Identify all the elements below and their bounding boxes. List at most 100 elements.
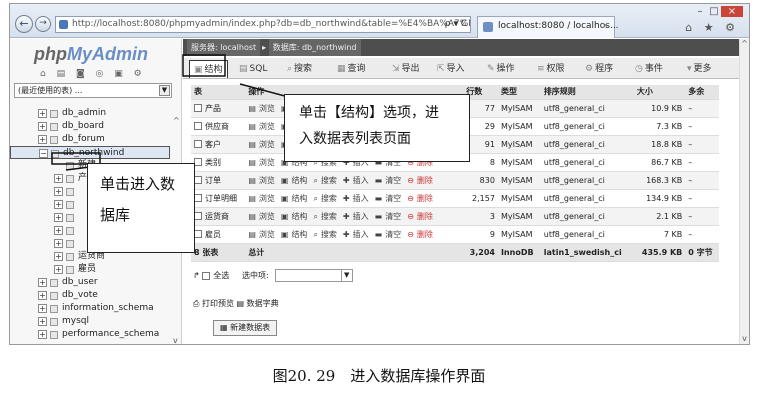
action-link[interactable]: ✚插入	[343, 230, 372, 239]
tab-10[interactable]: ▾ 更多	[683, 60, 716, 78]
tab-3[interactable]: ▦ 查询	[333, 60, 370, 78]
table-name-cell[interactable]: 供应商	[191, 117, 246, 136]
action-link[interactable]: ▣结构	[281, 176, 311, 185]
tree-item[interactable]: + db_admin	[10, 107, 170, 120]
action-link[interactable]: ▬清空	[375, 194, 405, 203]
action-link[interactable]: ▤ 浏览	[248, 140, 278, 149]
table-name[interactable]: 供应商	[205, 122, 229, 131]
maximize-button[interactable]: □	[707, 6, 721, 17]
expand-icon[interactable]: +	[38, 317, 47, 326]
expand-icon[interactable]: +	[38, 122, 47, 131]
back-arrow-icon[interactable]: ←	[15, 15, 33, 33]
expand-icon[interactable]: +	[38, 291, 47, 300]
column-header[interactable]: 类型	[497, 85, 541, 100]
expand-icon[interactable]: +	[54, 265, 63, 274]
expand-icon[interactable]: +	[54, 239, 63, 248]
print-view-link[interactable]: 打印预览	[202, 299, 234, 308]
tab-0[interactable]: ▣ 结构	[189, 60, 228, 78]
action-link[interactable]: ⌕搜索	[313, 212, 339, 221]
new-table-button[interactable]: ▦ 新建数据表	[213, 320, 278, 336]
expand-icon[interactable]: +	[54, 213, 63, 222]
action-link[interactable]: ✚插入	[343, 212, 372, 221]
action-link[interactable]: ▬清空	[375, 230, 405, 239]
tree-item[interactable]: − db_northwind	[10, 146, 170, 159]
with-selected-select[interactable]: ▼	[275, 269, 354, 282]
action-link[interactable]: ▣结构	[281, 212, 311, 221]
column-header[interactable]: 多余	[685, 85, 719, 100]
action-link[interactable]: ✚插入	[343, 194, 372, 203]
table-name-cell[interactable]: 订单	[191, 171, 246, 190]
table-name-cell[interactable]: 订单明细	[191, 189, 246, 208]
table-name-cell[interactable]: 客户	[191, 135, 246, 154]
action-link[interactable]: ⌕搜索	[313, 194, 339, 203]
tab-1[interactable]: ▤ SQL	[235, 60, 271, 78]
action-link[interactable]: ▤ 浏览	[248, 122, 278, 131]
close-window-button[interactable]: ×	[721, 6, 743, 17]
action-link[interactable]: ▤ 浏览	[248, 194, 278, 203]
row-checkbox[interactable]	[194, 104, 202, 112]
expand-icon[interactable]: +	[38, 109, 47, 118]
table-name[interactable]: 订单明细	[205, 194, 237, 203]
table-name[interactable]: 客户	[205, 140, 221, 149]
data-dictionary-link[interactable]: 数据字典	[247, 299, 279, 308]
tab-close-icon[interactable]: ×	[601, 17, 609, 36]
row-checkbox[interactable]	[194, 212, 202, 220]
table-name[interactable]: 雇员	[205, 230, 221, 239]
table-name-cell[interactable]: 类别	[191, 153, 246, 172]
tree-item[interactable]: + db_board	[10, 120, 170, 133]
address-bar-icons[interactable]: ρ ▾ C	[445, 17, 467, 32]
expand-icon[interactable]: +	[54, 187, 63, 196]
table-name[interactable]: 类别	[205, 158, 221, 167]
tab-9[interactable]: ◷ 事件	[631, 60, 667, 78]
action-link[interactable]: ✚插入	[343, 176, 372, 185]
expand-icon[interactable]: +	[54, 174, 63, 183]
forward-arrow-icon[interactable]: →	[35, 16, 51, 32]
column-header[interactable]: 大小	[633, 85, 686, 100]
tab-5[interactable]: ⇱ 导入	[433, 60, 469, 78]
tab-8[interactable]: ⚙ 程序	[581, 60, 617, 78]
nav-shortcut-icons[interactable]: ⌂ ▤ ◙ ◎ ▣ ⚙	[40, 69, 146, 79]
action-link[interactable]: ▬清空	[375, 212, 405, 221]
tree-item[interactable]: + performance_schema	[10, 328, 170, 341]
column-header[interactable]: 表	[191, 85, 246, 100]
breadcrumb-database[interactable]: 数据库: db_northwind	[268, 39, 361, 56]
action-link[interactable]: ⌕搜索	[313, 230, 339, 239]
table-name[interactable]: 运货商	[205, 212, 229, 221]
check-all-label[interactable]: 全选	[213, 271, 229, 280]
phpmyadmin-logo[interactable]: phpMyAdmin	[34, 44, 148, 65]
expand-icon[interactable]: +	[38, 278, 47, 287]
tab-2[interactable]: ⌕ 搜索	[283, 60, 316, 78]
table-name-cell[interactable]: 雇员	[191, 225, 246, 244]
address-bar[interactable]: http://localhost:8080/phpmyadmin/index.p…	[55, 16, 471, 33]
action-link[interactable]: ⊖删除	[407, 176, 436, 185]
action-link[interactable]: ▤ 浏览	[248, 158, 278, 167]
browser-tab[interactable]: localhost:8080 / localhos... ×	[477, 16, 619, 38]
tree-item[interactable]: + db_user	[10, 276, 170, 289]
expand-icon[interactable]: +	[54, 252, 63, 261]
action-link[interactable]: ▤ 浏览	[248, 104, 278, 113]
row-checkbox[interactable]	[194, 176, 202, 184]
column-header[interactable]: 排序规则	[540, 85, 634, 100]
table-name-cell[interactable]: 产品	[191, 99, 246, 118]
tab-7[interactable]: ≡ 权限	[533, 60, 569, 78]
tab-6[interactable]: ✎ 操作	[483, 60, 519, 78]
scroll-up-icon[interactable]: ^	[740, 39, 749, 51]
main-scrollbar[interactable]: ^ v	[739, 39, 749, 344]
tree-item[interactable]: + mysql	[10, 315, 170, 328]
table-name-cell[interactable]: 运货商	[191, 207, 246, 226]
breadcrumb-server[interactable]: 服务器: localhost	[187, 39, 261, 56]
expand-icon[interactable]: +	[54, 226, 63, 235]
action-link[interactable]: ▣结构	[281, 194, 311, 203]
tree-item[interactable]: + db_vote	[10, 289, 170, 302]
browser-tool-icons[interactable]: ⌂ ★ ⚙	[685, 21, 739, 34]
table-name[interactable]: 产品	[205, 104, 221, 113]
tab-4[interactable]: ⇲ 导出	[388, 60, 424, 78]
expand-icon[interactable]: +	[38, 135, 47, 144]
table-name[interactable]: 订单	[205, 176, 221, 185]
collapse-icon[interactable]: −	[39, 149, 48, 158]
action-link[interactable]: ⊖删除	[407, 194, 436, 203]
expand-icon[interactable]: +	[38, 330, 47, 339]
action-link[interactable]: ▬清空	[375, 176, 405, 185]
row-checkbox[interactable]	[194, 230, 202, 238]
minimize-button[interactable]: –	[693, 6, 707, 17]
